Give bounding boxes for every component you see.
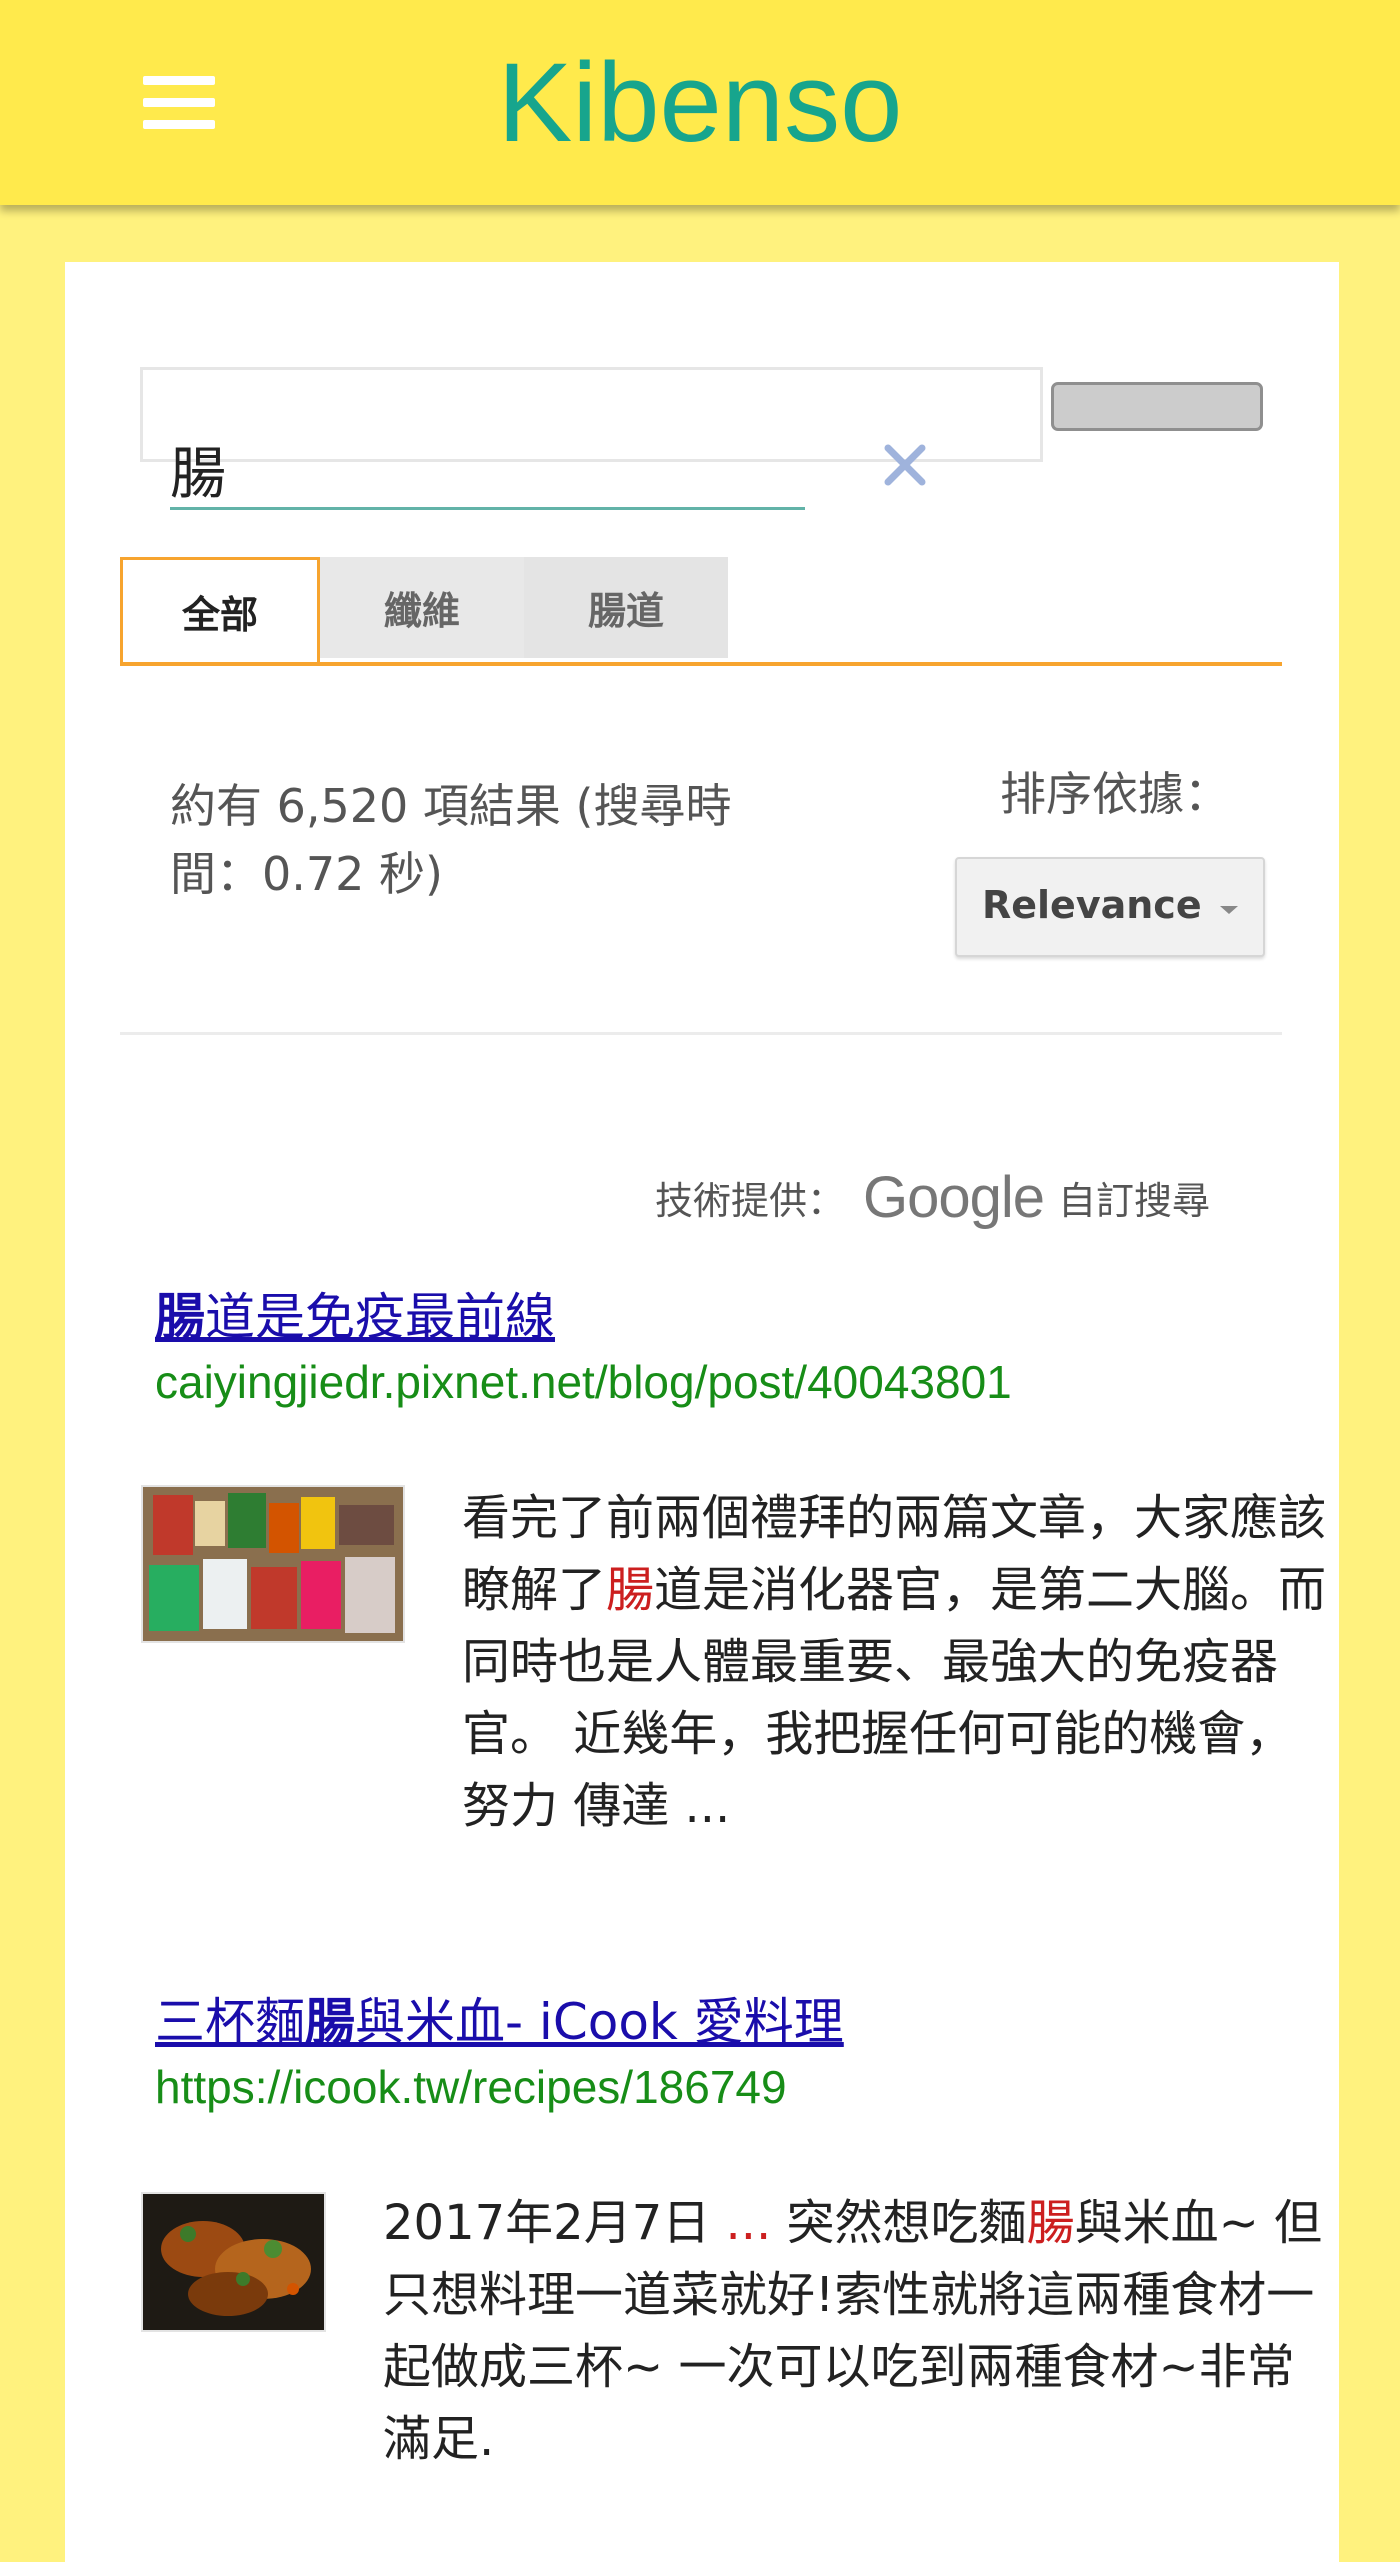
sort-selected-value: Relevance	[982, 883, 1202, 927]
powered-by-label: 技術提供：	[655, 1178, 846, 1223]
sort-dropdown[interactable]: Relevance	[955, 857, 1265, 957]
powered-by-google: 技術提供： Google 自訂搜尋	[655, 1157, 1305, 1237]
thumbnail-image	[143, 2194, 324, 2330]
result-title-text: 三杯麵	[155, 1993, 305, 2051]
result-thumbnail[interactable]	[141, 1485, 405, 1643]
result-thumbnail[interactable]	[141, 2192, 326, 2332]
result-title-highlight: 腸	[155, 1288, 205, 1346]
result-title-text: 道是免疫最前線	[205, 1288, 555, 1346]
snippet-date: 2017年2月7日	[383, 2195, 711, 2251]
snippet-highlight: 腸	[606, 1562, 655, 1618]
result-title-highlight: 腸	[305, 1993, 355, 2051]
google-logo: Google	[863, 1164, 1045, 1230]
dropdown-arrow-icon	[1220, 906, 1238, 914]
result-url: caiyingjiedr.pixnet.net/blog/post/400438…	[155, 1356, 1012, 1408]
sort-label: 排序依據：	[1000, 767, 1230, 821]
result-snippet: 2017年2月7日 ... 突然想吃麵腸與米血~ 但只想料理一道菜就好!索性就將…	[383, 2187, 1333, 2475]
snippet-highlight: 腸	[1026, 2195, 1075, 2251]
content-panel: 全部 纖維 腸道 約有 6,520 項結果 (搜尋時間：0.72 秒) 排序依據…	[65, 262, 1339, 2562]
tab-fiber[interactable]: 纖維	[320, 557, 524, 658]
thumbnail-image	[143, 1487, 403, 1641]
divider	[120, 1032, 1282, 1035]
search-button[interactable]	[1051, 382, 1263, 431]
tab-intestine[interactable]: 腸道	[524, 557, 728, 658]
result-title-link[interactable]: 腸道是免疫最前線	[155, 1282, 555, 1352]
tab-all[interactable]: 全部	[120, 557, 320, 662]
result-title-text: 與米血- iCook 愛料理	[355, 1993, 844, 2051]
result-title-link[interactable]: 三杯麵腸與米血- iCook 愛料理	[155, 1987, 844, 2057]
clear-search-icon[interactable]	[880, 440, 930, 490]
refinement-tabs: 全部 纖維 腸道	[120, 557, 1282, 666]
snippet-separator: ...	[710, 2195, 787, 2251]
result-url: https://icook.tw/recipes/186749	[155, 2061, 787, 2113]
search-input[interactable]	[170, 432, 805, 510]
custom-search-label: 自訂搜尋	[1058, 1178, 1211, 1223]
snippet-text: 突然想吃麵	[786, 2195, 1027, 2251]
site-title: Kibenso	[497, 40, 903, 165]
result-count: 約有 6,520 項結果 (搜尋時間：0.72 秒)	[170, 779, 732, 901]
top-app-bar: Kibenso	[0, 0, 1400, 205]
result-snippet: 看完了前兩個禮拜的兩篇文章，大家應該瞭解了腸道是消化器官，是第二大腦。而 同時也…	[462, 1482, 1332, 1842]
